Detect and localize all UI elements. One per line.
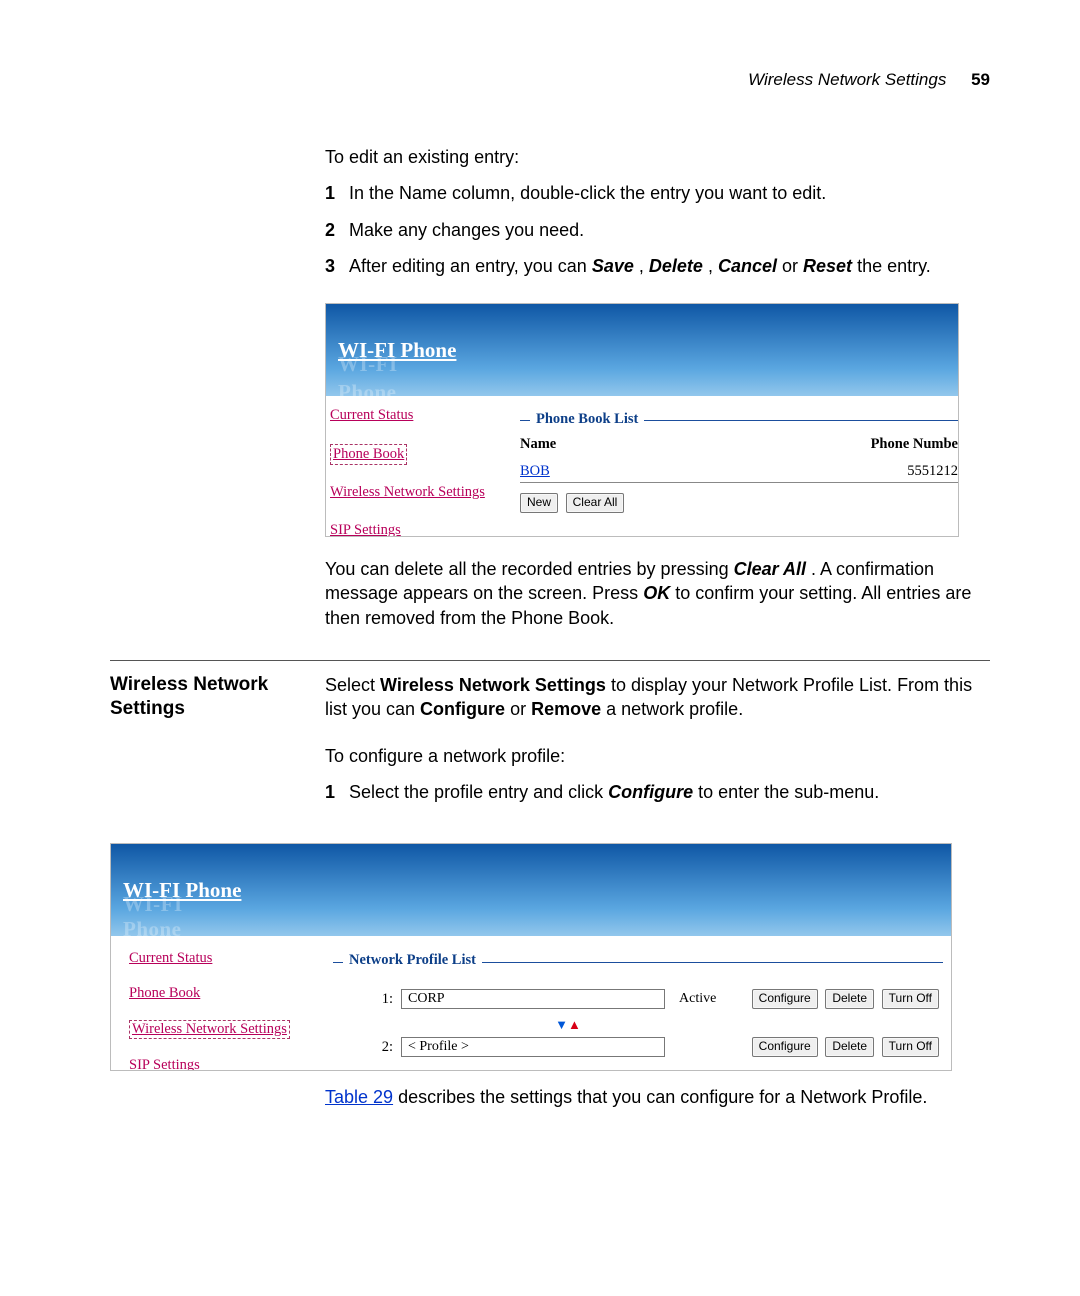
step-1: 1 In the Name column, double-click the e… xyxy=(325,181,990,205)
table-29-link[interactable]: Table 29 xyxy=(325,1087,393,1107)
col-name: Name xyxy=(520,435,556,455)
edit-steps: 1 In the Name column, double-click the e… xyxy=(325,181,990,278)
nav-wireless-settings[interactable]: Wireless Network Settings xyxy=(330,483,485,503)
cfg-step-1: 1 Select the profile entry and click Con… xyxy=(325,780,990,804)
profile-status: Active xyxy=(679,991,716,1007)
nav-current-status[interactable]: Current Status xyxy=(129,950,212,967)
page-number: 59 xyxy=(971,70,990,89)
col-number: Phone Numbe xyxy=(871,435,958,455)
entry-name[interactable]: BOB xyxy=(520,462,550,482)
turn-off-button[interactable]: Turn Off xyxy=(882,989,939,1009)
running-header: Wireless Network Settings 59 xyxy=(110,70,990,90)
nav-phone-book[interactable]: Phone Book xyxy=(330,444,407,466)
configure-button[interactable]: Configure xyxy=(752,989,818,1009)
logo-shadow: WI-FI Phone xyxy=(338,350,456,407)
nav-current-status[interactable]: Current Status xyxy=(330,406,413,426)
nav-wireless-settings[interactable]: Wireless Network Settings xyxy=(129,1020,290,1039)
entry-number: 5551212 xyxy=(907,462,958,482)
clear-all-paragraph: You can delete all the recorded entries … xyxy=(325,557,990,630)
phonebook-group: Phone Book List Name Phone Numbe BOB 555… xyxy=(520,420,958,513)
top-block: To edit an existing entry: 1 In the Name… xyxy=(325,145,990,630)
section-heading: Wireless Network Settings xyxy=(110,673,325,721)
delete-button[interactable]: Delete xyxy=(825,1037,874,1057)
triangle-up-icon[interactable]: ▲ xyxy=(568,1017,581,1032)
profile-ui: WI-FI Phone WI-FI Phone Current Status P… xyxy=(110,843,952,1071)
ui-banner: WI-FI Phone WI-FI Phone xyxy=(326,304,958,396)
ui1-nav: Current Status Phone Book Wireless Netwo… xyxy=(326,396,510,536)
step-2: 2 Make any changes you need. xyxy=(325,218,990,242)
tail-text: describes the settings that you can conf… xyxy=(398,1087,927,1107)
logo-shadow: WI-FI Phone xyxy=(123,892,241,942)
intro-text: To edit an existing entry: xyxy=(325,145,990,169)
step-1-text: In the Name column, double-click the ent… xyxy=(349,183,826,203)
clear-all-button[interactable]: Clear All xyxy=(566,493,625,513)
row-index: 2: xyxy=(373,1039,393,1056)
configure-button[interactable]: Configure xyxy=(752,1037,818,1057)
nav-sip-settings[interactable]: SIP Settings xyxy=(129,1057,200,1071)
profile-row-2: 2: < Profile > Configure Delete Turn Off xyxy=(373,1037,943,1057)
sort-arrows[interactable]: ▼▲ xyxy=(443,1017,693,1033)
triangle-down-icon[interactable]: ▼ xyxy=(555,1017,568,1032)
nav-sip-settings[interactable]: SIP Settings xyxy=(330,521,401,537)
header-title: Wireless Network Settings xyxy=(748,70,946,89)
profile-name-input[interactable]: CORP xyxy=(401,989,665,1009)
phonebook-legend: Phone Book List xyxy=(530,410,644,430)
delete-button[interactable]: Delete xyxy=(825,989,874,1009)
row-index: 1: xyxy=(373,991,393,1008)
turn-off-button[interactable]: Turn Off xyxy=(882,1037,939,1057)
profile-legend: Network Profile List xyxy=(343,952,482,969)
page: Wireless Network Settings 59 To edit an … xyxy=(0,0,1080,1296)
step-3: 3 After editing an entry, you can Save ,… xyxy=(325,254,990,278)
ui2-nav: Current Status Phone Book Wireless Netwo… xyxy=(111,936,321,1070)
profile-row-1: 1: CORP Active Configure Delete Turn Off xyxy=(373,989,943,1009)
profile-name-input[interactable]: < Profile > xyxy=(401,1037,665,1057)
ui2-banner: WI-FI Phone WI-FI Phone xyxy=(111,844,951,936)
phonebook-row: BOB 5551212 xyxy=(520,461,958,484)
profile-group: Network Profile List 1: CORP Active Conf… xyxy=(333,962,943,1057)
step-2-text: Make any changes you need. xyxy=(349,220,584,240)
configure-intro: To configure a network profile: xyxy=(325,744,990,768)
nav-phone-book[interactable]: Phone Book xyxy=(129,985,200,1002)
section-wireless: Wireless Network Settings Select Wireles… xyxy=(110,660,990,1109)
phonebook-ui: WI-FI Phone WI-FI Phone Current Status P… xyxy=(325,303,959,537)
new-button[interactable]: New xyxy=(520,493,558,513)
